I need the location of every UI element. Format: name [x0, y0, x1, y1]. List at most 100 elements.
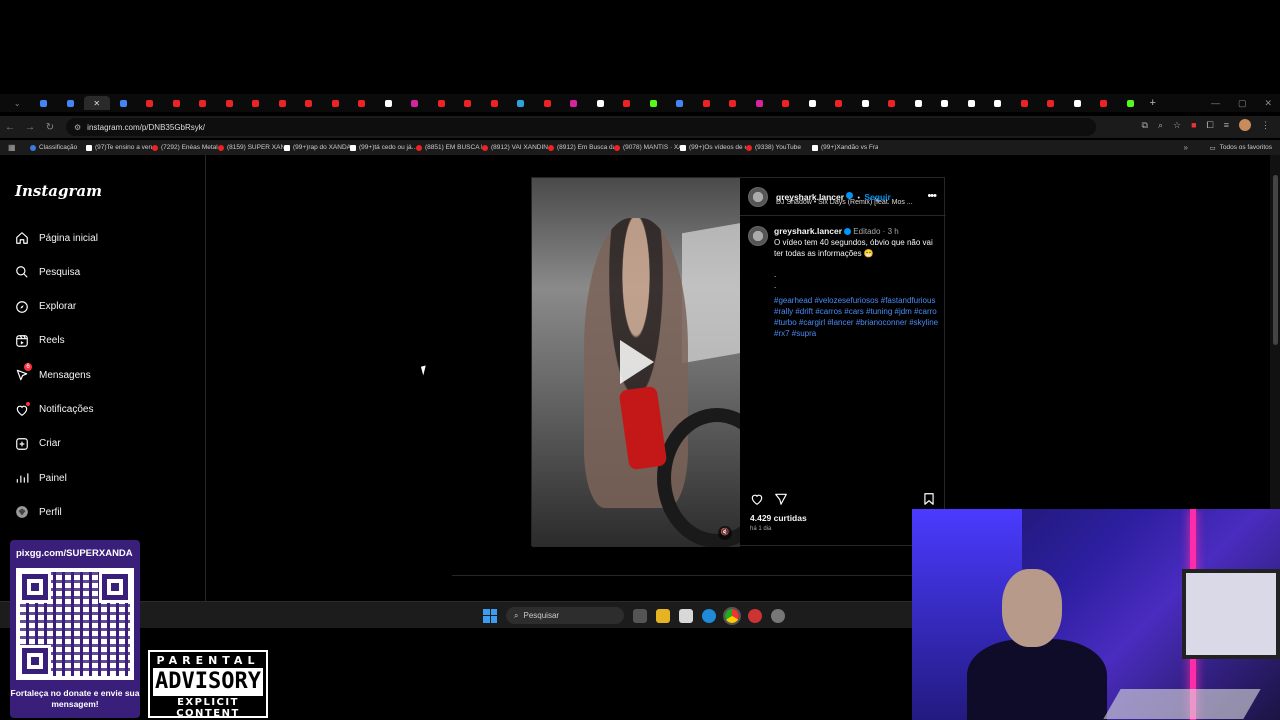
bookmark-item[interactable]: (8159) SUPER XAND... [218, 144, 284, 151]
sidebar-item-pagina-inicial[interactable]: Página inicial [15, 231, 98, 245]
chrome-icon[interactable] [723, 606, 741, 625]
bookmark-item[interactable]: (99+)Os vídeos de c... [680, 144, 746, 151]
browser-tab[interactable] [1038, 96, 1065, 110]
browser-tab[interactable] [534, 96, 561, 110]
browser-tab[interactable] [958, 96, 985, 110]
browser-tab[interactable] [1117, 96, 1144, 110]
browser-tab[interactable] [57, 96, 84, 110]
minimize-icon[interactable]: — [1211, 98, 1220, 108]
menu-icon[interactable]: ⋮ [1261, 120, 1270, 131]
settings-gear-icon[interactable] [771, 608, 785, 623]
maximize-icon[interactable]: ▢ [1238, 98, 1247, 109]
bookmark-item[interactable]: (99+)Xandão vs Fra... [812, 144, 878, 151]
browser-tab[interactable] [985, 96, 1012, 110]
browser-tab[interactable] [269, 96, 296, 110]
post-video[interactable]: 🔇 [532, 178, 740, 547]
mute-icon[interactable]: 🔇 [718, 526, 732, 540]
bookmark-item[interactable]: (8851) EM BUSCA D... [416, 144, 482, 151]
reload-button[interactable]: ↻ [40, 122, 60, 133]
browser-tab[interactable] [322, 96, 349, 110]
more-options-icon[interactable]: ••• [927, 190, 937, 202]
browser-tab[interactable] [163, 96, 190, 110]
browser-tab[interactable] [1064, 96, 1091, 110]
browser-tab[interactable] [216, 96, 243, 110]
extension-icon[interactable]: ■ [1191, 120, 1196, 130]
sidebar-item-notificacoes[interactable]: Notificações [15, 401, 93, 417]
browser-tab[interactable] [826, 96, 853, 110]
browser-tab[interactable] [349, 96, 376, 110]
star-icon[interactable]: ☆ [1173, 120, 1181, 131]
task-view-icon[interactable] [633, 608, 647, 623]
sidebar-item-reels[interactable]: Reels [15, 334, 65, 348]
bookmark-item[interactable]: (8912) Em Busca da... [548, 144, 614, 151]
share-icon[interactable] [774, 492, 788, 506]
app-icon[interactable] [748, 608, 762, 623]
browser-tab[interactable] [1091, 96, 1118, 110]
back-button[interactable]: ← [0, 122, 20, 133]
browser-tab[interactable] [932, 96, 959, 110]
browser-tab[interactable] [296, 96, 323, 110]
taskbar-search[interactable]: ⌕ Pesquisar [506, 607, 624, 624]
likes-count[interactable]: 4.429 curtidas [750, 513, 807, 523]
address-bar[interactable]: ⚙ instagram.com/p/DNB35GbRsyk/ [66, 118, 1096, 136]
scrollbar-thumb[interactable] [1273, 175, 1278, 345]
windows-start-icon[interactable] [483, 608, 497, 623]
new-tab-button[interactable]: + [1150, 97, 1156, 109]
all-favorites[interactable]: ▭ Todos os favoritos [1209, 144, 1272, 152]
like-heart-icon[interactable] [750, 492, 764, 506]
browser-tab[interactable] [137, 96, 164, 110]
sidebar-item-criar[interactable]: Criar [15, 437, 61, 451]
save-bookmark-icon[interactable] [922, 492, 936, 506]
file-explorer-icon[interactable] [656, 608, 670, 623]
extensions-icon[interactable]: ≡ [1224, 120, 1229, 130]
store-icon[interactable] [679, 608, 693, 623]
browser-tab[interactable] [110, 96, 137, 110]
browser-tab[interactable] [402, 96, 429, 110]
bookmark-item[interactable]: (99+)tá cedo ou já... [350, 144, 416, 151]
bookmark-item[interactable]: (7292) Enéas Metal |... [152, 144, 218, 151]
browser-tab[interactable] [508, 96, 535, 110]
site-info-icon[interactable]: ⚙ [74, 123, 81, 132]
browser-tab[interactable]: ✕ [83, 96, 110, 110]
edge-icon[interactable] [702, 608, 716, 623]
browser-tab[interactable] [720, 96, 747, 110]
browser-tab[interactable] [455, 96, 482, 110]
browser-tab[interactable] [587, 96, 614, 110]
browser-tab[interactable] [879, 96, 906, 110]
bookmark-item[interactable]: (8912) VAI XANDIN... [482, 144, 548, 151]
hashtags[interactable]: #gearhead #velozesefuriosos #fastandfuri… [774, 295, 940, 339]
browser-tab[interactable] [693, 96, 720, 110]
sidebar-item-mensagens[interactable]: 6 Mensagens [15, 363, 91, 382]
puzzle-icon[interactable]: ⧠ [1207, 120, 1214, 131]
audio-track[interactable]: DJ Shadow • Six Days (Remix) [feat. Mos … [776, 199, 913, 206]
browser-tab[interactable]: ⌄ [4, 96, 31, 110]
browser-tab[interactable] [561, 96, 588, 110]
caption-username[interactable]: greyshark.lancer [774, 226, 842, 236]
play-icon[interactable] [620, 340, 654, 384]
sidebar-item-explorar[interactable]: Explorar [15, 300, 76, 314]
apps-icon[interactable]: ▦ [8, 143, 18, 152]
browser-tab[interactable] [190, 96, 217, 110]
caption-avatar[interactable] [748, 226, 768, 246]
browser-tab[interactable] [243, 96, 270, 110]
profile-avatar[interactable] [1239, 119, 1251, 131]
bookmarks-more-icon[interactable]: » [1184, 143, 1188, 152]
bookmark-item[interactable]: Classificação [30, 144, 86, 151]
browser-tab[interactable] [773, 96, 800, 110]
browser-tab[interactable] [614, 96, 641, 110]
browser-tab[interactable] [375, 96, 402, 110]
close-window-icon[interactable]: ✕ [1264, 98, 1272, 109]
forward-button[interactable]: → [20, 122, 40, 133]
bookmark-item[interactable]: (9338) YouTube [746, 144, 812, 151]
browser-tab[interactable] [31, 96, 58, 110]
browser-tab[interactable] [667, 96, 694, 110]
browser-tab[interactable] [481, 96, 508, 110]
bookmark-item[interactable]: (97)Te ensino a venc... [86, 144, 152, 151]
avatar[interactable] [748, 187, 768, 207]
browser-tab[interactable] [746, 96, 773, 110]
browser-tab[interactable] [428, 96, 455, 110]
install-icon[interactable]: ⧉ [1142, 120, 1148, 131]
browser-tab[interactable] [640, 96, 667, 110]
browser-tab[interactable] [799, 96, 826, 110]
browser-tab[interactable] [852, 96, 879, 110]
